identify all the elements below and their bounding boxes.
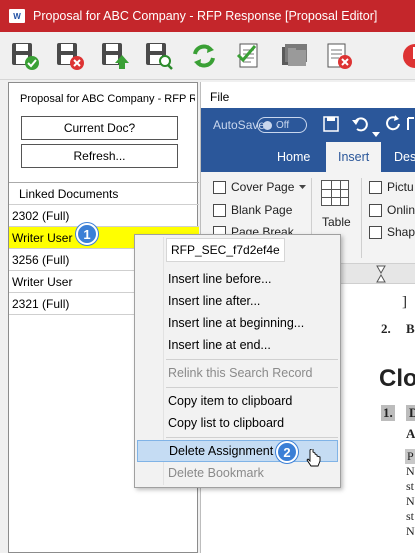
- step-callout-2: 2: [276, 441, 298, 463]
- close-app-icon[interactable]: [400, 41, 415, 71]
- online-pictures-icon: [369, 203, 382, 217]
- document-cancel-icon[interactable]: [324, 41, 354, 71]
- doc-item-number: 1.: [381, 405, 395, 421]
- save-icon[interactable]: [323, 116, 339, 137]
- cover-page-label: Cover Page: [231, 180, 295, 194]
- toggle-knob: [263, 120, 272, 130]
- doc-line: st: [406, 509, 415, 523]
- doc-item-text: D: [406, 405, 415, 421]
- cover-page-icon: [213, 180, 226, 194]
- document-check-icon[interactable]: [234, 41, 264, 71]
- word-file-menu[interactable]: File: [210, 90, 229, 104]
- word-menu-bar: File: [201, 82, 415, 108]
- shapes-icon: [369, 225, 382, 239]
- doc-line: N: [406, 464, 415, 478]
- save-search-icon[interactable]: [144, 41, 174, 71]
- mouse-cursor-icon: [306, 449, 321, 467]
- title-bar: W Proposal for ABC Company - RFP Respons…: [0, 0, 415, 32]
- pictures-icon: [369, 180, 382, 194]
- doc-sub-item: A: [406, 426, 415, 441]
- online-pictures-button[interactable]: Onlin: [369, 203, 415, 217]
- word-quick-access-bar: AutoSave Off: [201, 108, 415, 142]
- context-menu-header: RFP_SEC_f7d2ef4e: [166, 238, 285, 262]
- list-item[interactable]: 2302 (Full): [9, 205, 199, 227]
- blank-page-button[interactable]: Blank Page: [213, 203, 292, 217]
- shapes-label: Shape: [387, 225, 415, 239]
- step-callout-1: 1: [76, 223, 98, 245]
- shapes-button[interactable]: Shape: [369, 225, 415, 239]
- menu-item-insert-before[interactable]: Insert line before...: [137, 268, 338, 290]
- menu-item-relink: Relink this Search Record: [168, 366, 313, 380]
- doc-line: P: [405, 449, 415, 464]
- doc-item-number: 2.: [381, 321, 391, 336]
- refresh-button[interactable]: Refresh...: [21, 144, 178, 168]
- doc-heading: Clo: [379, 365, 415, 392]
- save-check-icon[interactable]: [10, 41, 40, 71]
- refresh-icon[interactable]: [189, 41, 219, 71]
- customize-icon[interactable]: [406, 115, 415, 138]
- doc-item-text: B: [406, 321, 415, 336]
- cover-page-button[interactable]: Cover Page: [213, 180, 307, 194]
- autosave-toggle[interactable]: Off: [257, 117, 307, 133]
- table-button[interactable]: Table: [322, 215, 351, 229]
- ruler-indent-marker[interactable]: [376, 265, 386, 283]
- app-icon: W: [9, 9, 25, 23]
- chevron-down-icon: [299, 185, 307, 189]
- current-doc-button[interactable]: Current Doc?: [21, 116, 178, 140]
- doc-line: st: [406, 479, 415, 493]
- menu-item-copy-list[interactable]: Copy list to clipboard: [137, 412, 338, 434]
- redo-icon[interactable]: [386, 115, 402, 138]
- autosave-state: Off: [276, 119, 290, 131]
- menu-separator: [166, 437, 338, 438]
- table-icon[interactable]: [321, 180, 349, 206]
- window-title: Proposal for ABC Company - RFP Response …: [33, 9, 378, 23]
- save-cancel-icon[interactable]: [55, 41, 85, 71]
- menu-item-copy-item[interactable]: Copy item to clipboard: [137, 390, 338, 412]
- menu-separator: [166, 359, 338, 360]
- menu-item-insert-end[interactable]: Insert line at end...: [137, 334, 338, 356]
- undo-icon[interactable]: [351, 115, 369, 138]
- tab-insert[interactable]: Insert: [326, 142, 382, 172]
- online-pictures-label: Onlin: [387, 203, 415, 217]
- menu-item-insert-after[interactable]: Insert line after...: [137, 290, 338, 312]
- tab-home[interactable]: Home: [277, 142, 310, 172]
- main-toolbar: [0, 32, 415, 80]
- folder-stack-icon[interactable]: [279, 41, 309, 71]
- save-upload-icon[interactable]: [100, 41, 130, 71]
- dropdown-icon[interactable]: [372, 121, 380, 142]
- word-ribbon-tabs: Home Insert Desi: [201, 142, 415, 172]
- list-header: Linked Documents: [9, 183, 199, 205]
- blank-page-icon: [213, 203, 226, 217]
- pictures-button[interactable]: Pictu: [369, 180, 414, 194]
- menu-item-insert-beginning[interactable]: Insert line at beginning...: [137, 312, 338, 334]
- doc-line: N: [406, 524, 415, 538]
- document-title: Proposal for ABC Company - RFP Res: [20, 93, 195, 105]
- tab-design[interactable]: Desi: [394, 142, 415, 172]
- doc-line: N: [406, 494, 415, 508]
- blank-page-label: Blank Page: [231, 203, 293, 217]
- ribbon-separator: [361, 178, 362, 258]
- pictures-label: Pictu: [387, 180, 414, 194]
- menu-separator: [166, 387, 338, 388]
- doc-bracket: ]: [402, 294, 407, 310]
